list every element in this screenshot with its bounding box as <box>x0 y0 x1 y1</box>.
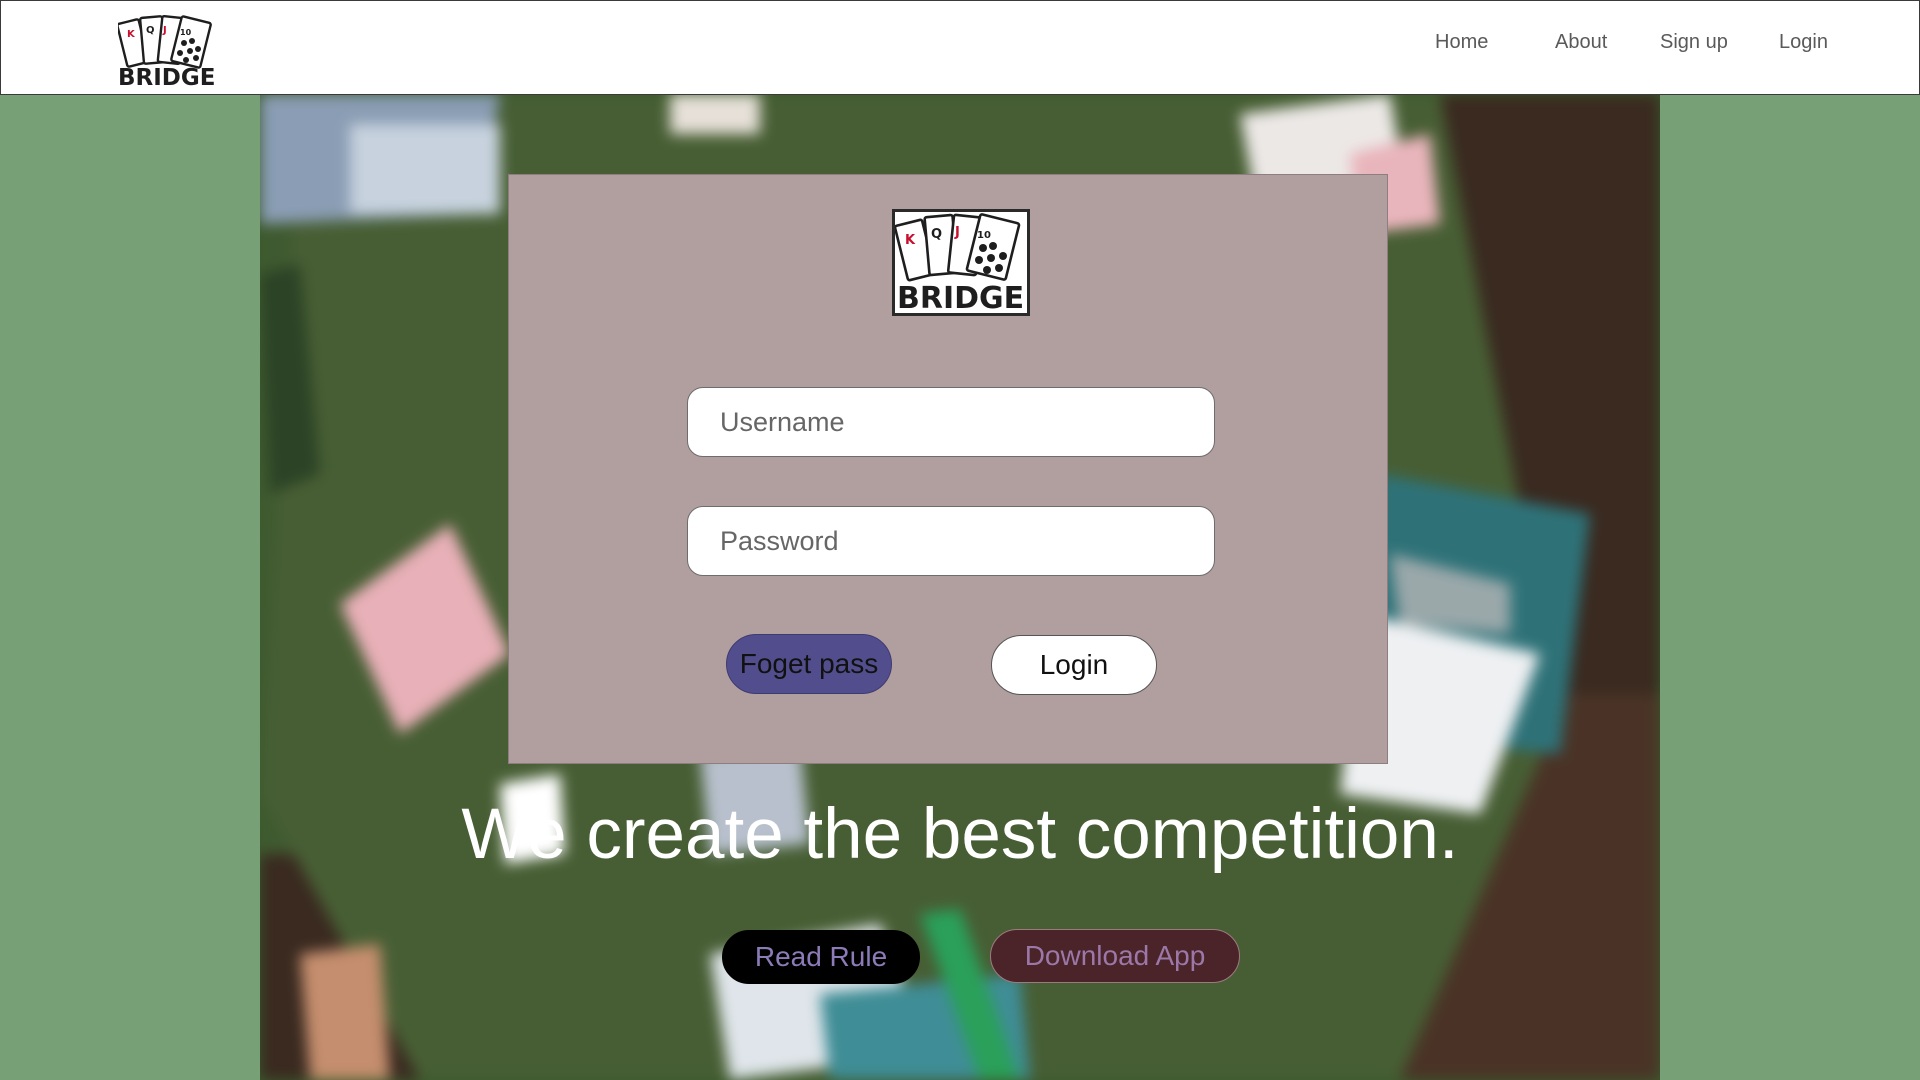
nav-home[interactable]: Home <box>1435 31 1488 54</box>
download-app-button[interactable]: Download App <box>990 929 1240 983</box>
username-input[interactable] <box>687 387 1215 457</box>
svg-text:K: K <box>905 233 916 248</box>
panel-brand-logo: K Q J 10 BRIDGE <box>892 209 1030 316</box>
svg-text:J: J <box>162 25 167 36</box>
panel-logo-wordmark: BRIDGE <box>897 281 1024 313</box>
login-panel: K Q J 10 BRIDGE Foget pass Login <box>508 174 1388 764</box>
nav-login[interactable]: Login <box>1779 31 1828 54</box>
svg-text:10: 10 <box>977 230 991 241</box>
svg-text:10: 10 <box>180 28 192 37</box>
password-input[interactable] <box>687 506 1215 576</box>
svg-text:Q: Q <box>146 25 155 36</box>
nav-about[interactable]: About <box>1555 31 1607 54</box>
cards-logo-icon: K Q J 10 BRIDGE <box>116 14 215 91</box>
top-navbar: K Q J 10 BRIDGE Home About Sign up Login <box>0 0 1920 95</box>
svg-text:Q: Q <box>931 227 942 242</box>
read-rule-button[interactable]: Read Rule <box>722 930 920 984</box>
nav-signup[interactable]: Sign up <box>1660 31 1728 54</box>
logo-wordmark: BRIDGE <box>118 65 215 87</box>
svg-text:J: J <box>954 225 960 240</box>
forget-password-button[interactable]: Foget pass <box>726 634 892 694</box>
cards-logo-icon: K Q J 10 BRIDGE <box>893 213 1024 316</box>
brand-logo[interactable]: K Q J 10 BRIDGE <box>116 13 216 91</box>
hero-headline: We create the best competition. <box>461 795 1459 874</box>
svg-text:K: K <box>127 29 136 40</box>
login-submit-button[interactable]: Login <box>991 635 1157 695</box>
